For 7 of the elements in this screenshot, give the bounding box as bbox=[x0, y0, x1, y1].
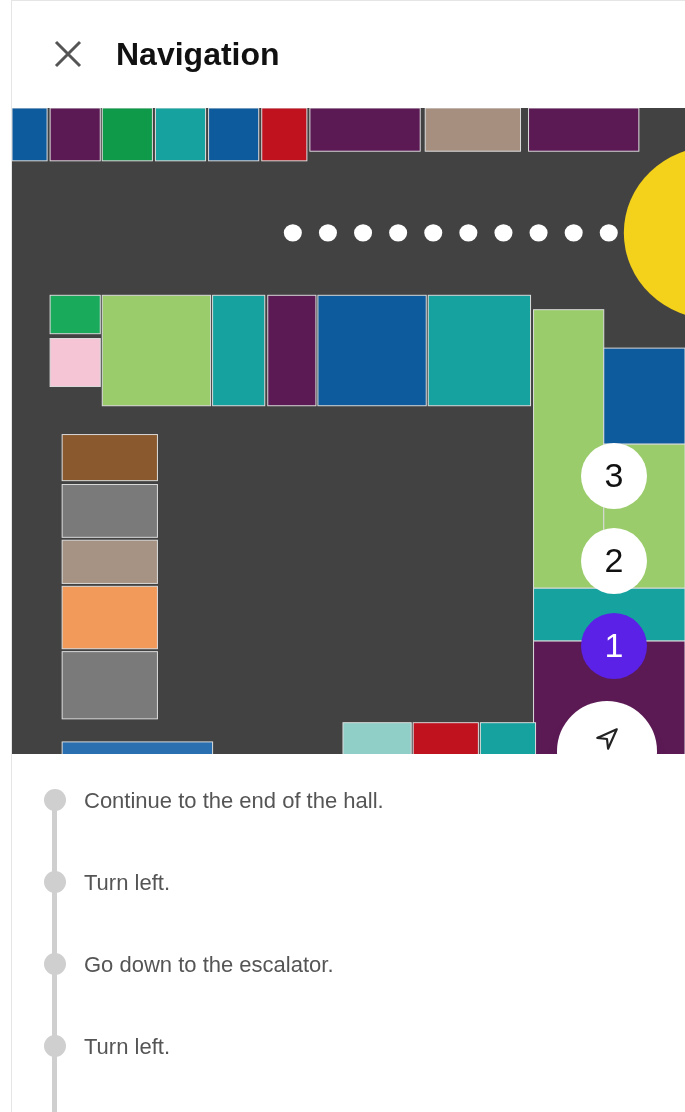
navigation-arrow-icon bbox=[594, 725, 620, 752]
step-text: Continue to the end of the hall. bbox=[84, 788, 384, 813]
step-text: Go down to the escalator. bbox=[84, 952, 334, 977]
close-icon bbox=[53, 39, 83, 70]
window-title: Navigation bbox=[116, 35, 280, 75]
step-text: Turn left. bbox=[84, 1034, 170, 1059]
step-text: Turn left. bbox=[84, 870, 170, 895]
